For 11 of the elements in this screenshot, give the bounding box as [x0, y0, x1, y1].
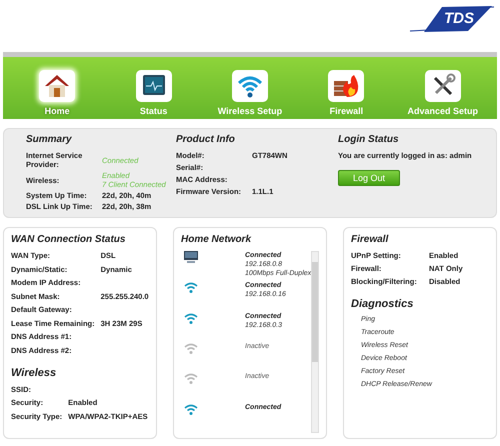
scrollbar[interactable] — [311, 251, 319, 433]
section-title: Login Status — [338, 134, 400, 145]
section-title: Home Network — [181, 234, 252, 245]
logo: TDS — [408, 4, 494, 34]
section-title: Firewall — [351, 234, 390, 245]
section-title: WAN Connection Status — [11, 234, 126, 245]
section-title: Product Info — [176, 134, 236, 145]
section-title: Summary — [26, 134, 73, 145]
section-title: Diagnostics — [351, 298, 414, 310]
scroll-thumb[interactable] — [312, 262, 318, 362]
section-title: Wireless — [11, 366, 58, 378]
